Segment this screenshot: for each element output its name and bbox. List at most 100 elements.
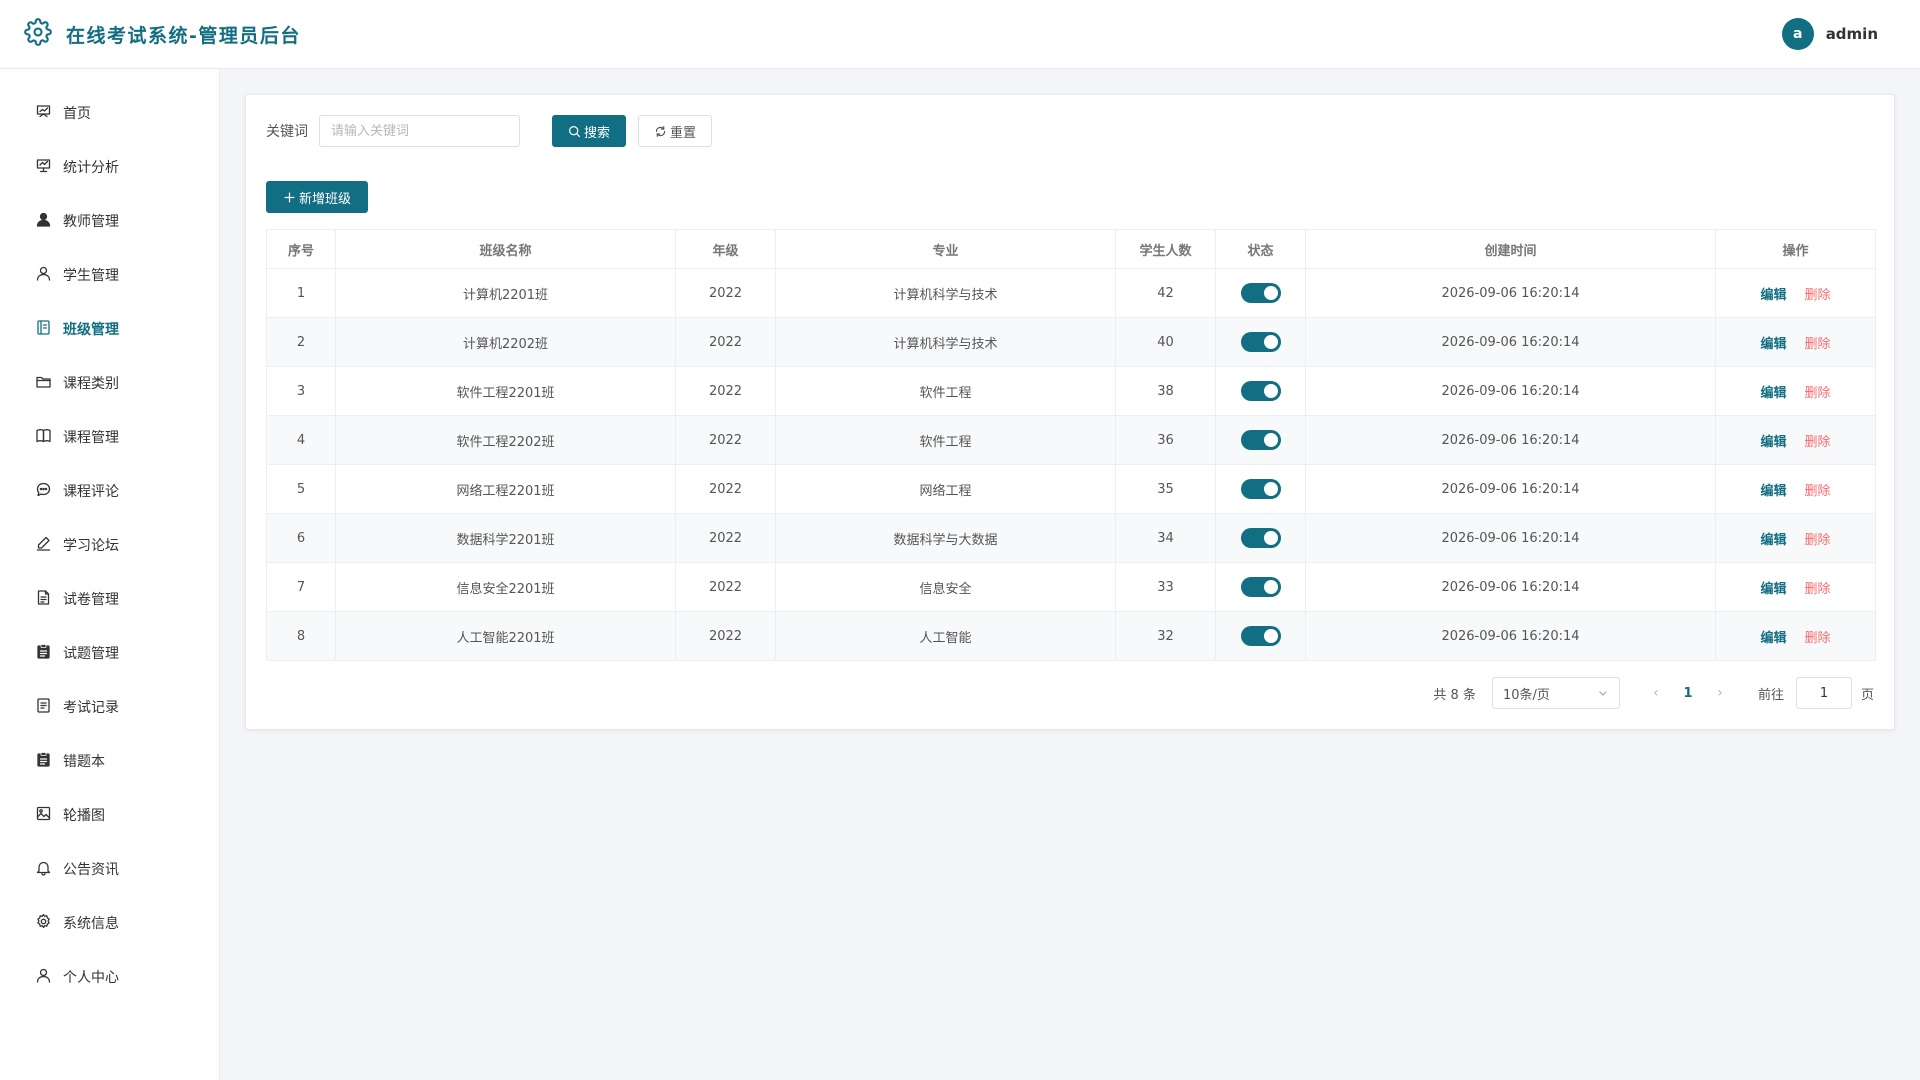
search-button[interactable]: 搜索 [552, 115, 626, 147]
cell-grade: 2022 [675, 366, 776, 416]
notebook-icon [35, 319, 52, 340]
cell-grade: 2022 [675, 317, 776, 367]
sidebar-item-label: 学习论坛 [63, 538, 119, 554]
sidebar-item[interactable]: 课程评论 [0, 464, 219, 518]
search-bar: 关键词 搜索 重置 [266, 115, 1874, 147]
sidebar-item[interactable]: 错题本 [0, 734, 219, 788]
cell-status [1215, 268, 1306, 318]
user-menu[interactable]: a admin [1781, 18, 1878, 50]
prev-page-icon[interactable]: ‹ [1644, 685, 1668, 701]
page-number[interactable]: 1 [1668, 686, 1708, 701]
cell-count: 34 [1115, 513, 1216, 563]
sidebar-item-label: 统计分析 [63, 160, 119, 176]
sidebar-item-label: 课程类别 [63, 376, 119, 392]
chart-icon [35, 157, 52, 178]
sidebar-item[interactable]: 学生管理 [0, 248, 219, 302]
table-row: 1 计算机2201班 2022 计算机科学与技术 42 2026-09-06 16:20:… [266, 268, 1876, 318]
status-toggle[interactable] [1240, 430, 1281, 450]
sidebar-item[interactable]: 试题管理 [0, 626, 219, 680]
cell-status [1215, 317, 1306, 367]
goto-page-input[interactable] [1795, 677, 1852, 709]
edit-button[interactable]: 编辑 [1760, 582, 1786, 597]
sidebar-item[interactable]: 考试记录 [0, 680, 219, 734]
page-size-select[interactable]: 10条/页 [1491, 677, 1620, 709]
sidebar-item-label: 个人中心 [63, 970, 119, 986]
column-header: 创建时间 [1305, 229, 1716, 269]
status-toggle[interactable] [1240, 381, 1281, 401]
sidebar-item[interactable]: 统计分析 [0, 140, 219, 194]
keyword-input[interactable] [319, 115, 520, 147]
status-toggle[interactable] [1240, 283, 1281, 303]
delete-button[interactable]: 删除 [1805, 386, 1831, 401]
cell-no: 7 [266, 562, 336, 612]
avatar[interactable]: a [1781, 18, 1814, 50]
top-header: 在线考试系统-管理员后台 a admin [0, 0, 1920, 69]
column-header: 班级名称 [335, 229, 676, 269]
cell-grade: 2022 [675, 268, 776, 318]
keyword-label: 关键词 [266, 124, 308, 140]
delete-button[interactable]: 删除 [1805, 337, 1831, 352]
edit-button[interactable]: 编辑 [1760, 533, 1786, 548]
edit-button[interactable]: 编辑 [1760, 631, 1786, 646]
cell-name: 软件工程2202班 [335, 415, 676, 465]
sidebar-item[interactable]: 班级管理 [0, 302, 219, 356]
sidebar-item[interactable]: 试卷管理 [0, 572, 219, 626]
cell-status [1215, 611, 1306, 661]
edit-button[interactable]: 编辑 [1760, 484, 1786, 499]
bell-icon [35, 859, 52, 880]
delete-button[interactable]: 删除 [1805, 582, 1831, 597]
status-toggle[interactable] [1240, 577, 1281, 597]
cell-created: 2026-09-06 16:20:14 [1305, 317, 1716, 367]
delete-button[interactable]: 删除 [1805, 631, 1831, 646]
cell-actions: 编辑 删除 [1715, 415, 1876, 465]
edit-button[interactable]: 编辑 [1760, 386, 1786, 401]
tickets-icon [35, 697, 52, 718]
sidebar-item[interactable]: 公告资讯 [0, 842, 219, 896]
sidebar-item[interactable]: 首页 [0, 86, 219, 140]
sidebar-item-label: 试卷管理 [63, 592, 119, 608]
sidebar-item[interactable]: 课程管理 [0, 410, 219, 464]
reset-button[interactable]: 重置 [638, 115, 712, 147]
delete-button[interactable]: 删除 [1805, 435, 1831, 450]
edit-button[interactable]: 编辑 [1760, 435, 1786, 450]
cell-created: 2026-09-06 16:20:14 [1305, 464, 1716, 514]
cell-major: 人工智能 [775, 611, 1116, 661]
status-toggle[interactable] [1240, 332, 1281, 352]
cell-status [1215, 415, 1306, 465]
edit-button[interactable]: 编辑 [1760, 288, 1786, 303]
cell-major: 计算机科学与技术 [775, 268, 1116, 318]
status-toggle[interactable] [1240, 626, 1281, 646]
column-header: 年级 [675, 229, 776, 269]
sidebar-item[interactable]: 轮播图 [0, 788, 219, 842]
search-button-label: 搜索 [583, 125, 610, 141]
cell-count: 36 [1115, 415, 1216, 465]
add-class-button-label: 新增班级 [298, 191, 351, 207]
sidebar-item-label: 班级管理 [63, 322, 119, 338]
gear-icon [24, 18, 52, 50]
status-toggle[interactable] [1240, 479, 1281, 499]
delete-button[interactable]: 删除 [1805, 484, 1831, 499]
sidebar-item[interactable]: 教师管理 [0, 194, 219, 248]
cell-actions: 编辑 删除 [1715, 513, 1876, 563]
total-count: 共 8 条 [1433, 687, 1476, 703]
table-row: 3 软件工程2201班 2022 软件工程 38 2026-09-06 16:20:14 编… [266, 366, 1876, 416]
sidebar-item[interactable]: 学习论坛 [0, 518, 219, 572]
sidebar-item[interactable]: 课程类别 [0, 356, 219, 410]
delete-button[interactable]: 删除 [1805, 533, 1831, 548]
status-toggle[interactable] [1240, 528, 1281, 548]
username[interactable]: admin [1826, 25, 1878, 43]
cell-status [1215, 464, 1306, 514]
sidebar-item[interactable]: 系统信息 [0, 896, 219, 950]
sidebar-item-label: 考试记录 [63, 700, 119, 716]
add-class-button[interactable]: 新增班级 [266, 181, 368, 213]
cell-major: 计算机科学与技术 [775, 317, 1116, 367]
cell-grade: 2022 [675, 415, 776, 465]
cell-name: 计算机2202班 [335, 317, 676, 367]
edit-button[interactable]: 编辑 [1760, 337, 1786, 352]
cell-no: 3 [266, 366, 336, 416]
sidebar-item[interactable]: 个人中心 [0, 950, 219, 1004]
cell-name: 网络工程2201班 [335, 464, 676, 514]
next-page-icon[interactable]: › [1708, 685, 1732, 701]
delete-button[interactable]: 删除 [1805, 288, 1831, 303]
column-header: 学生人数 [1115, 229, 1216, 269]
